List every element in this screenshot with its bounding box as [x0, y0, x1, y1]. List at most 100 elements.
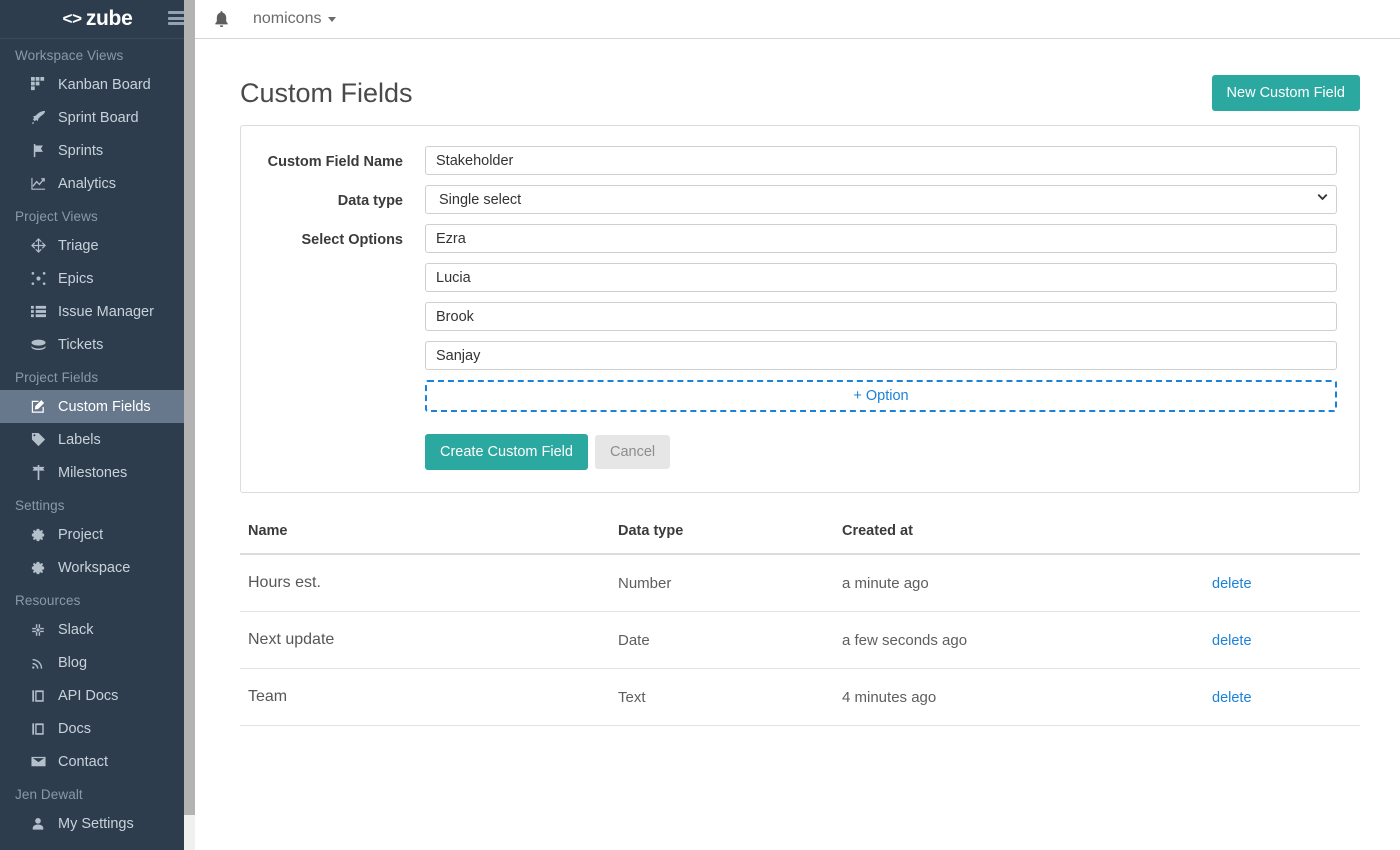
table-body: Hours est. Number a minute ago delete Ne… [240, 554, 1360, 726]
select-options-control: + Option [425, 224, 1337, 412]
sidebar-item-labels[interactable]: Labels [0, 423, 195, 456]
delete-link[interactable]: delete [1212, 633, 1252, 649]
sidebar-item-docs[interactable]: Docs [0, 712, 195, 745]
sidebar: <> zube Workspace Views Kanban Board Spr… [0, 0, 195, 850]
sidebar-item-custom-fields[interactable]: Custom Fields [0, 390, 195, 423]
project-selector[interactable]: nomicons [253, 10, 337, 28]
new-custom-field-button[interactable]: New Custom Field [1211, 75, 1360, 111]
create-custom-field-button[interactable]: Create Custom Field [425, 434, 588, 470]
sidebar-item-slack[interactable]: Slack [0, 613, 195, 646]
book-icon [28, 689, 48, 703]
page-header: Custom Fields New Custom Field [240, 39, 1360, 111]
zube-logo[interactable]: <> zube [63, 7, 133, 31]
sidebar-item-label: Tickets [58, 336, 104, 353]
sidebar-item-epics[interactable]: Epics [0, 262, 195, 295]
cell-actions: delete [1204, 554, 1360, 612]
sidebar-item-sprint-board[interactable]: Sprint Board [0, 101, 195, 134]
sidebar-group-title-settings: Settings [15, 498, 65, 513]
custom-field-form-card: Custom Field Name Data type Single selec… [240, 125, 1360, 493]
gear-icon [28, 561, 48, 575]
select-option-input-4[interactable] [425, 341, 1337, 370]
project-name-label: nomicons [253, 10, 322, 27]
sidebar-item-api-docs[interactable]: API Docs [0, 679, 195, 712]
brand-name: zube [85, 7, 133, 30]
sidebar-item-label: Sprints [58, 142, 104, 159]
cell-created-at: a minute ago [834, 554, 1204, 612]
add-option-button[interactable]: + Option [425, 380, 1337, 412]
delete-link[interactable]: delete [1212, 576, 1252, 592]
main-area: nomicons Custom Fields New Custom Field … [195, 0, 1400, 850]
milestone-icon [28, 465, 48, 480]
pencil-square-icon [28, 399, 48, 414]
data-type-select[interactable]: Single select [425, 185, 1337, 214]
hamburger-bar [168, 22, 185, 25]
table-row: Hours est. Number a minute ago delete [240, 554, 1360, 612]
data-type-label: Data type [337, 193, 403, 209]
table-row: Team Text 4 minutes ago delete [240, 668, 1360, 726]
gear-icon [28, 528, 48, 542]
page-content: Custom Fields New Custom Field Custom Fi… [195, 39, 1400, 726]
cell-actions: delete [1204, 611, 1360, 669]
data-type-selected-value: Single select [439, 191, 522, 208]
chart-line-icon [28, 176, 48, 191]
sidebar-item-label: Blog [58, 654, 88, 671]
hamburger-icon[interactable] [168, 11, 185, 25]
app-root: <> zube Workspace Views Kanban Board Spr… [0, 0, 1400, 850]
sidebar-item-label: Milestones [58, 464, 128, 481]
book-icon [28, 722, 48, 736]
sidebar-item-contact[interactable]: Contact [0, 745, 195, 778]
column-header-actions [1204, 523, 1360, 555]
sidebar-item-analytics[interactable]: Analytics [0, 167, 195, 200]
rss-icon [28, 656, 48, 670]
sidebar-item-sprints[interactable]: Sprints [0, 134, 195, 167]
data-type-select-wrapper: Single select [425, 185, 1337, 214]
hamburger-bar [168, 11, 185, 14]
kanban-icon [28, 77, 48, 92]
hamburger-bar [168, 16, 185, 20]
delete-link[interactable]: delete [1212, 690, 1252, 706]
tag-icon [28, 432, 48, 447]
sidebar-item-label: Slack [58, 621, 94, 638]
list-icon [28, 304, 48, 319]
tickets-stack-icon [28, 337, 48, 352]
cell-created-at: 4 minutes ago [834, 668, 1204, 726]
sidebar-item-issue-manager[interactable]: Issue Manager [0, 295, 195, 328]
sidebar-scrollbar-track[interactable] [184, 0, 195, 850]
sidebar-scrollbar-thumb[interactable] [184, 0, 195, 815]
sidebar-item-workspace-settings[interactable]: Workspace [0, 551, 195, 584]
sidebar-item-label: Docs [58, 720, 92, 737]
cell-name: Team [240, 668, 610, 726]
sidebar-item-label: Workspace [58, 559, 131, 576]
sidebar-item-triage[interactable]: Triage [0, 229, 195, 262]
form-actions: Create Custom Field Cancel [425, 434, 1337, 470]
bell-icon[interactable] [214, 10, 229, 28]
cell-name: Hours est. [240, 554, 610, 612]
custom-field-name-label: Custom Field Name [267, 154, 403, 170]
form-row-datatype: Data type Single select [263, 185, 1337, 214]
sidebar-item-tickets[interactable]: Tickets [0, 328, 195, 361]
table-head: Name Data type Created at [240, 523, 1360, 555]
column-header-created-at: Created at [834, 523, 1204, 555]
sidebar-group-title-project-views: Project Views [15, 209, 98, 224]
select-option-input-2[interactable] [425, 263, 1337, 292]
cancel-button[interactable]: Cancel [594, 435, 671, 469]
sidebar-item-label: Project [58, 526, 104, 543]
triage-arrows-icon [28, 238, 48, 253]
cell-data-type: Text [610, 668, 834, 726]
sidebar-item-label: Analytics [58, 175, 117, 192]
sidebar-item-my-settings[interactable]: My Settings [0, 807, 195, 840]
sidebar-item-kanban-board[interactable]: Kanban Board [0, 68, 195, 101]
table-row: Next update Date a few seconds ago delet… [240, 611, 1360, 669]
sidebar-item-project-settings[interactable]: Project [0, 518, 195, 551]
code-brackets-icon: <> [62, 9, 83, 28]
sidebar-item-milestones[interactable]: Milestones [0, 456, 195, 489]
select-option-input-3[interactable] [425, 302, 1337, 331]
brand-header: <> zube [0, 0, 195, 39]
select-option-input-1[interactable] [425, 224, 1337, 253]
sidebar-item-blog[interactable]: Blog [0, 646, 195, 679]
sidebar-item-label: Triage [58, 237, 99, 254]
caret-down-icon [328, 16, 337, 22]
form-row-name: Custom Field Name [263, 146, 1337, 175]
sidebar-group-title-resources: Resources [15, 593, 81, 608]
custom-field-name-input[interactable] [425, 146, 1337, 175]
